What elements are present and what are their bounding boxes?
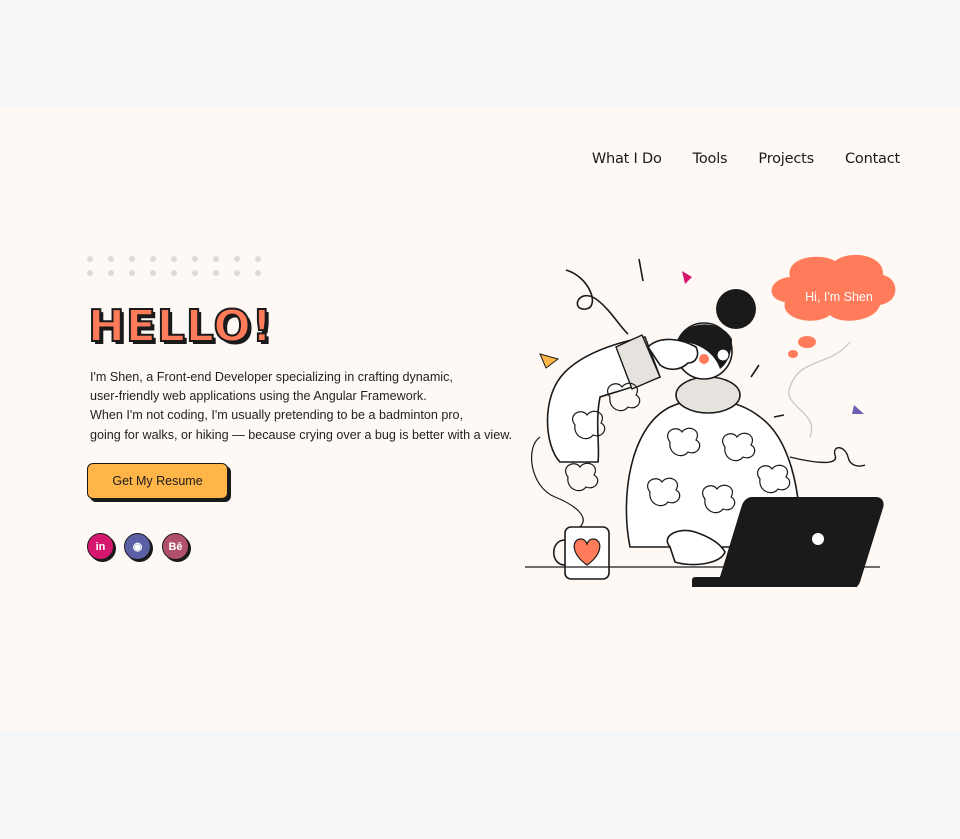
thought-trail	[788, 341, 851, 438]
decorative-dot	[108, 270, 114, 276]
laptop-base	[692, 577, 852, 587]
purple-triangle	[852, 405, 864, 414]
speech-bubble-text: Hi, I'm Shen	[805, 290, 873, 304]
decorative-dot	[108, 256, 114, 262]
decorative-dot	[234, 270, 240, 276]
nav-projects[interactable]: Projects	[758, 151, 814, 167]
thought-dot	[788, 350, 798, 358]
pink-triangle	[682, 271, 692, 284]
github-link[interactable]: ◉	[124, 533, 151, 560]
bio-line: I'm Shen, a Front-end Developer speciali…	[90, 370, 453, 384]
accent-line	[750, 364, 760, 378]
decorative-dot	[87, 256, 93, 262]
decorative-dot	[255, 270, 261, 276]
decorative-dot	[150, 256, 156, 262]
hero-bio: I'm Shen, a Front-end Developer speciali…	[90, 368, 520, 445]
yellow-triangle	[539, 353, 560, 369]
decorative-dot	[192, 270, 198, 276]
developer-illustration: Hi, I'm Shen	[525, 254, 896, 587]
decorative-dot	[213, 256, 219, 262]
nav-tools[interactable]: Tools	[693, 151, 728, 167]
nav-what-i-do[interactable]: What I Do	[592, 151, 662, 167]
decorative-dot	[171, 256, 177, 262]
cheek	[699, 354, 709, 364]
linkedin-link[interactable]: in	[87, 533, 114, 560]
linkedin-icon: in	[95, 540, 106, 553]
decorative-dot	[234, 256, 240, 262]
github-icon: ◉	[132, 541, 143, 553]
decorative-dot	[129, 256, 135, 262]
laptop	[716, 497, 884, 587]
hair-bun	[716, 289, 756, 329]
decorative-dot	[171, 270, 177, 276]
accent-line	[773, 414, 785, 418]
bio-line: When I'm not coding, I'm usually pretend…	[90, 408, 464, 423]
decorative-dot	[255, 256, 261, 262]
main-nav: What I Do Tools Projects Contact	[592, 151, 900, 167]
squiggle-line	[789, 447, 866, 467]
nav-contact[interactable]: Contact	[845, 151, 900, 167]
behance-link[interactable]: Bē	[162, 533, 189, 560]
decorative-dot	[87, 270, 93, 276]
hero-title: HELLO!	[87, 301, 273, 352]
accent-line	[638, 258, 644, 282]
ear	[716, 348, 730, 362]
thought-bubble	[771, 254, 896, 321]
thought-dot	[798, 336, 816, 348]
get-resume-button[interactable]: Get My Resume	[87, 463, 228, 499]
hero-section: What I Do Tools Projects Contact HELLO! …	[0, 107, 960, 730]
decorative-dot	[192, 256, 198, 262]
decorative-dot	[213, 270, 219, 276]
squiggle-line	[565, 269, 629, 335]
bio-line: user-friendly web applications using the…	[90, 389, 427, 404]
bio-line: going for walks, or hiking — because cry…	[90, 427, 513, 442]
decorative-dot	[150, 270, 156, 276]
mug-handle	[552, 539, 566, 566]
behance-icon: Bē	[168, 540, 183, 553]
laptop-logo	[812, 533, 824, 545]
decorative-dot	[129, 270, 135, 276]
collar	[675, 376, 741, 414]
